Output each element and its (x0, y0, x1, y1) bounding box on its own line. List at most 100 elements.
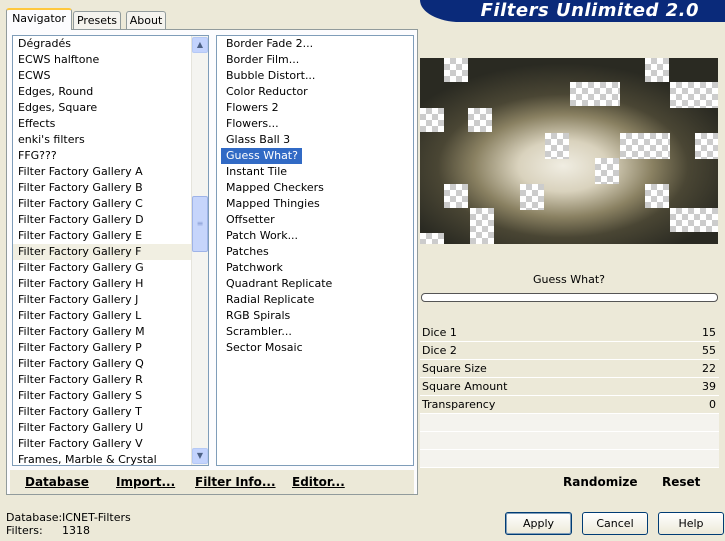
filter-item[interactable]: Patches (221, 244, 269, 260)
tab-about[interactable]: About (126, 11, 166, 30)
filter-item[interactable]: Patchwork (221, 260, 283, 276)
parameter-list: Dice 1 15 Dice 2 55 Square Size 22 Squar… (420, 324, 719, 468)
navigator-toolbar: Database Import... Filter Info... Editor… (10, 470, 414, 494)
status-area: Database:ICNET-Filters Filters: 1318 (6, 511, 131, 537)
category-item[interactable]: Dégradés (13, 36, 191, 52)
param-empty-row (420, 414, 719, 432)
checker-square (595, 158, 619, 184)
param-empty-row (420, 450, 719, 468)
scroll-thumb[interactable]: ≡ (192, 196, 208, 252)
database-button[interactable]: Database (25, 475, 89, 489)
param-transparency[interactable]: Transparency 0 (420, 396, 719, 414)
checker-square (420, 233, 444, 244)
category-item[interactable]: Edges, Round (13, 84, 191, 100)
filter-list[interactable]: Border Fade 2... Border Film... Bubble Dis… (216, 35, 414, 466)
param-value: 22 (702, 362, 716, 375)
category-item[interactable]: Effects (13, 116, 191, 132)
param-value: 39 (702, 380, 716, 393)
filter-items: Border Fade 2... Border Film... Bubble Dis… (217, 36, 413, 356)
apply-button[interactable]: Apply (505, 512, 572, 535)
filter-item[interactable]: Mapped Thingies (221, 196, 320, 212)
filter-item[interactable]: Border Fade 2... (221, 36, 313, 52)
scroll-up-button[interactable]: ▲ (192, 37, 208, 53)
category-list[interactable]: Dégradés ECWS halftone ECWS Edges, Round Edg… (12, 35, 209, 466)
category-item[interactable]: Filter Factory Gallery J (13, 292, 191, 308)
category-item[interactable]: Filter Factory Gallery C (13, 196, 191, 212)
category-item[interactable]: Filter Factory Gallery M (13, 324, 191, 340)
param-dice-2[interactable]: Dice 2 55 (420, 342, 719, 360)
category-item[interactable]: Filter Factory Gallery L (13, 308, 191, 324)
category-item[interactable]: Filter Factory Gallery D (13, 212, 191, 228)
filter-item[interactable]: Flowers 2 (221, 100, 279, 116)
filter-item[interactable]: Color Reductor (221, 84, 308, 100)
param-empty-row (420, 432, 719, 450)
filter-item[interactable]: Radial Replicate (221, 292, 314, 308)
randomize-button[interactable]: Randomize (563, 475, 637, 489)
filter-item[interactable]: Patch Work... (221, 228, 298, 244)
category-item[interactable]: Filter Factory Gallery P (13, 340, 191, 356)
filter-item[interactable]: Offsetter (221, 212, 275, 228)
preview-image (420, 58, 718, 244)
param-name: Transparency (422, 398, 496, 411)
category-item[interactable]: ECWS (13, 68, 191, 84)
param-square-amount[interactable]: Square Amount 39 (420, 378, 719, 396)
checker-square (520, 184, 544, 210)
param-square-size[interactable]: Square Size 22 (420, 360, 719, 378)
category-item[interactable]: enki's filters (13, 132, 191, 148)
filter-item[interactable]: RGB Spirals (221, 308, 290, 324)
category-item[interactable]: FFG??? (13, 148, 191, 164)
filter-item[interactable]: Glass Ball 3 (221, 132, 290, 148)
filter-item[interactable]: Flowers... (221, 116, 279, 132)
category-item[interactable]: Filter Factory Gallery E (13, 228, 191, 244)
filter-info-button[interactable]: Filter Info... (195, 475, 276, 489)
category-item[interactable]: Filter Factory Gallery H (13, 276, 191, 292)
category-item[interactable]: Filter Factory Gallery U (13, 420, 191, 436)
checker-square (545, 133, 569, 159)
category-item[interactable]: Filter Factory Gallery T (13, 404, 191, 420)
category-item[interactable]: Filter Factory Gallery V (13, 436, 191, 452)
category-item[interactable]: Filter Factory Gallery G (13, 260, 191, 276)
import-button[interactable]: Import... (116, 475, 175, 489)
filter-item[interactable]: Sector Mosaic (221, 340, 303, 356)
checker-square (695, 133, 718, 159)
checker-square (645, 184, 669, 208)
database-label: Database: (6, 511, 63, 524)
editor-button[interactable]: Editor... (292, 475, 345, 489)
checker-square (645, 58, 669, 82)
checker-square (470, 208, 494, 244)
filter-item[interactable]: Border Film... (221, 52, 299, 68)
category-item[interactable]: Edges, Square (13, 100, 191, 116)
category-item[interactable]: Filter Factory Gallery Q (13, 356, 191, 372)
cancel-button[interactable]: Cancel (582, 512, 648, 535)
filter-item[interactable]: Quadrant Replicate (221, 276, 332, 292)
category-items: Dégradés ECWS halftone ECWS Edges, Round Edg… (13, 36, 208, 465)
tab-presets[interactable]: Presets (73, 11, 121, 30)
category-item[interactable]: Frames, Marble & Crystal (13, 452, 191, 465)
filters-label: Filters: (6, 524, 43, 537)
category-scrollbar[interactable]: ▲ ≡ ▼ (191, 36, 208, 465)
param-dice-1[interactable]: Dice 1 15 (420, 324, 719, 342)
filter-item[interactable]: Scrambler... (221, 324, 292, 340)
param-name: Square Amount (422, 380, 508, 393)
scroll-down-button[interactable]: ▼ (192, 448, 208, 464)
param-value: 15 (702, 326, 716, 339)
category-item[interactable]: Filter Factory Gallery B (13, 180, 191, 196)
progress-bar (421, 293, 718, 302)
filter-item[interactable]: Bubble Distort... (221, 68, 315, 84)
category-item[interactable]: Filter Factory Gallery R (13, 372, 191, 388)
category-item[interactable]: Filter Factory Gallery A (13, 164, 191, 180)
filter-item[interactable]: Instant Tile (221, 164, 287, 180)
category-item[interactable]: Filter Factory Gallery F (13, 244, 191, 260)
parameter-toolbar: Randomize Reset (420, 470, 719, 494)
help-button[interactable]: Help (658, 512, 724, 535)
category-item[interactable]: ECWS halftone (13, 52, 191, 68)
param-value: 55 (702, 344, 716, 357)
reset-button[interactable]: Reset (662, 475, 700, 489)
tab-navigator[interactable]: Navigator (6, 8, 72, 30)
filter-item[interactable]: Guess What? (221, 148, 302, 164)
param-value: 0 (709, 398, 716, 411)
checker-square (444, 58, 468, 82)
filter-item[interactable]: Mapped Checkers (221, 180, 324, 196)
param-name: Dice 1 (422, 326, 457, 339)
category-item[interactable]: Filter Factory Gallery S (13, 388, 191, 404)
